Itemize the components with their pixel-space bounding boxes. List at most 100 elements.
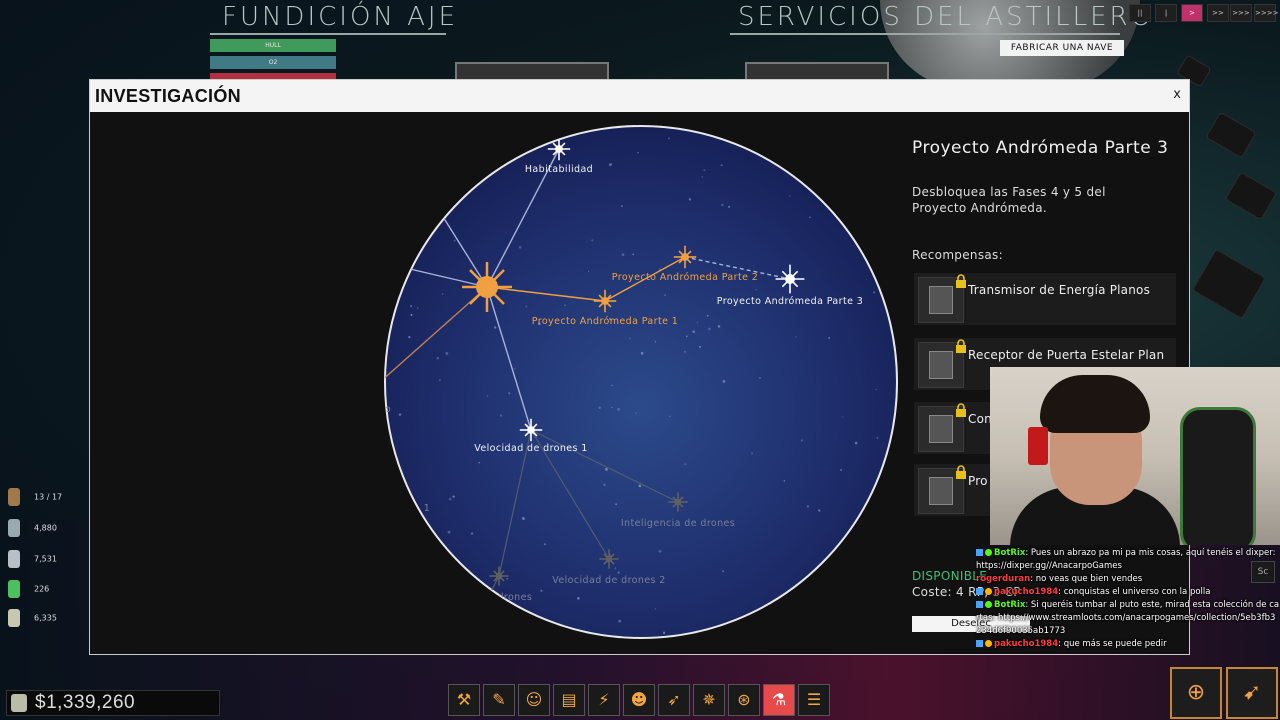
speed-fastest-button[interactable]: >>>> bbox=[1254, 4, 1278, 22]
chat-text: : no veas que bien vendes bbox=[1030, 574, 1143, 584]
node-label: Proyecto Andrómeda Parte 1 bbox=[532, 316, 678, 327]
chat-message: BotRix: Si queréis tumbar al puto este, … bbox=[976, 599, 1280, 638]
speed-fast-button[interactable]: >> bbox=[1207, 4, 1229, 22]
shipyard-title: SERVICIOS DEL ASTILLERO bbox=[738, 2, 1155, 32]
compass-button[interactable]: ✵ bbox=[693, 684, 725, 716]
gaming-chair bbox=[1180, 407, 1256, 545]
title-underline bbox=[730, 33, 1120, 35]
station-name: FUNDICIÓN AJE bbox=[222, 2, 459, 32]
build-ship-button[interactable]: FABRICAR UNA NAVE bbox=[1000, 40, 1124, 56]
research-flask-button[interactable]: ⚗ bbox=[763, 684, 795, 716]
reward-label: Receptor de Puerta Estelar Plan bbox=[968, 348, 1165, 362]
chat-message: BotRix: Pues un abrazo pa mi pa mis cosa… bbox=[976, 547, 1280, 573]
node-label: Inteligencia de drones bbox=[621, 518, 735, 529]
speed-pause-button[interactable]: || bbox=[1129, 4, 1151, 22]
credits-display: $1,339,260 bbox=[6, 690, 220, 716]
rewards-heading: Recompensas: bbox=[912, 248, 1003, 262]
platform-icon bbox=[976, 549, 983, 556]
close-button[interactable]: x bbox=[1173, 87, 1181, 102]
resource-fuel: 6,335 bbox=[8, 609, 57, 627]
asteroid bbox=[1191, 248, 1267, 320]
node-label: Velocidad de drones 1 bbox=[474, 443, 588, 454]
battery-icon bbox=[8, 550, 20, 568]
research-title: Proyecto Andrómeda Parte 3 bbox=[912, 138, 1169, 158]
node-label: e drones bbox=[488, 592, 532, 603]
rocket-icon: ➶ bbox=[667, 690, 681, 709]
green-canister-icon bbox=[8, 580, 20, 598]
streamer-webcam bbox=[990, 367, 1280, 545]
crew-management-button[interactable]: ☺ bbox=[518, 684, 550, 716]
chat-message: pakucho1984: que más se puede pedir bbox=[976, 638, 1280, 651]
component-icon bbox=[918, 403, 966, 452]
badge-icon bbox=[985, 640, 992, 647]
dialog-title: INVESTIGACIÓN bbox=[95, 86, 241, 106]
node-label: Proyecto Andrómeda Parte 2 bbox=[612, 272, 758, 283]
project-icon bbox=[918, 465, 966, 514]
lock-icon bbox=[956, 465, 966, 479]
station-icon: ⊛ bbox=[737, 690, 751, 709]
reward-label: Transmisor de Energía Planos bbox=[968, 283, 1151, 297]
research-description: Desbloquea las Fases 4 y 5 del Proyecto … bbox=[912, 185, 1106, 215]
side-panel-button[interactable]: Sc bbox=[1251, 561, 1275, 583]
station-button[interactable]: ⊛ bbox=[728, 684, 760, 716]
badge-icon bbox=[985, 549, 992, 556]
resource-green: 226 bbox=[8, 580, 49, 598]
resource-crew: 13 / 17 bbox=[8, 488, 62, 506]
speed-faster-button[interactable]: >>> bbox=[1230, 4, 1252, 22]
credits-icon bbox=[11, 694, 27, 712]
reward-item[interactable]: Transmisor de Energía Planos bbox=[914, 273, 1176, 325]
speed-normal-button[interactable]: > bbox=[1181, 4, 1203, 22]
stargate-receiver-icon bbox=[918, 339, 966, 388]
alien-icon: ☻ bbox=[630, 690, 648, 709]
credits-value: $1,339,260 bbox=[35, 692, 136, 713]
compass-icon: ✵ bbox=[702, 690, 716, 709]
node-label: 1 bbox=[424, 503, 430, 514]
lock-icon bbox=[956, 403, 966, 417]
documents-button[interactable]: ▤ bbox=[553, 684, 585, 716]
chat-text: : conquistas el universo con la polla bbox=[1058, 587, 1211, 597]
power-button[interactable]: ⚡ bbox=[588, 684, 620, 716]
badge-icon bbox=[985, 588, 992, 595]
documents-icon: ▤ bbox=[561, 690, 577, 709]
chat-username: BotRix bbox=[994, 548, 1026, 558]
platform-icon bbox=[976, 588, 983, 595]
rocket-button[interactable]: ➶ bbox=[658, 684, 690, 716]
dialog-header: INVESTIGACIÓN x bbox=[90, 80, 1189, 112]
node-label: Velocidad de drones 2 bbox=[552, 575, 666, 586]
chat-message: pakucho1984: conquistas el universo con … bbox=[976, 586, 1280, 599]
research-sphere bbox=[384, 125, 898, 639]
badge-icon bbox=[985, 601, 992, 608]
fuel-canister-icon bbox=[8, 609, 20, 627]
target-icon: ⊕ bbox=[1186, 680, 1206, 705]
lock-icon bbox=[956, 339, 966, 353]
research-node[interactable]: 1 bbox=[424, 503, 430, 514]
chat-username: pakucho1984 bbox=[994, 587, 1059, 597]
resource-battery: 7,531 bbox=[8, 550, 57, 568]
energy-transmitter-icon bbox=[918, 274, 966, 323]
list-menu-button[interactable]: ☰ bbox=[798, 684, 830, 716]
node-label: Proyecto Andrómeda Parte 3 bbox=[717, 296, 863, 307]
chat-username: rogerduran bbox=[976, 574, 1031, 584]
resource-energy: 4,880 bbox=[8, 519, 57, 537]
research-tree[interactable]: Habitabilidad Proyecto Andrómeda Parte 2 P… bbox=[90, 112, 900, 654]
chat-message: rogerduran: no veas que bien vendes bbox=[976, 573, 1280, 586]
asteroid bbox=[1205, 111, 1257, 159]
target-button[interactable]: ⊕ bbox=[1170, 667, 1222, 719]
title-underline bbox=[210, 33, 446, 35]
oxygen-bar: O2 bbox=[210, 56, 336, 69]
streamer-hair bbox=[1040, 375, 1150, 433]
speed-step-button[interactable]: | bbox=[1155, 4, 1177, 22]
chat-username: BotRix bbox=[994, 600, 1026, 610]
ship-select-button[interactable]: ➹ bbox=[1226, 667, 1278, 719]
build-tools-button[interactable]: ⚒ bbox=[448, 684, 480, 716]
crew-icon bbox=[8, 488, 20, 506]
power-icon: ⚡ bbox=[598, 690, 610, 709]
ship-select-icon: ➹ bbox=[1242, 680, 1262, 705]
chat-username: pakucho1984 bbox=[994, 639, 1059, 649]
edit-button[interactable]: ✎ bbox=[483, 684, 515, 716]
alien-button[interactable]: ☻ bbox=[623, 684, 655, 716]
energy-cell-icon bbox=[8, 519, 20, 537]
stream-chat: BotRix: Pues un abrazo pa mi pa mis cosa… bbox=[976, 547, 1280, 651]
crew-management-icon: ☺ bbox=[525, 690, 543, 709]
asteroid bbox=[1224, 171, 1278, 221]
